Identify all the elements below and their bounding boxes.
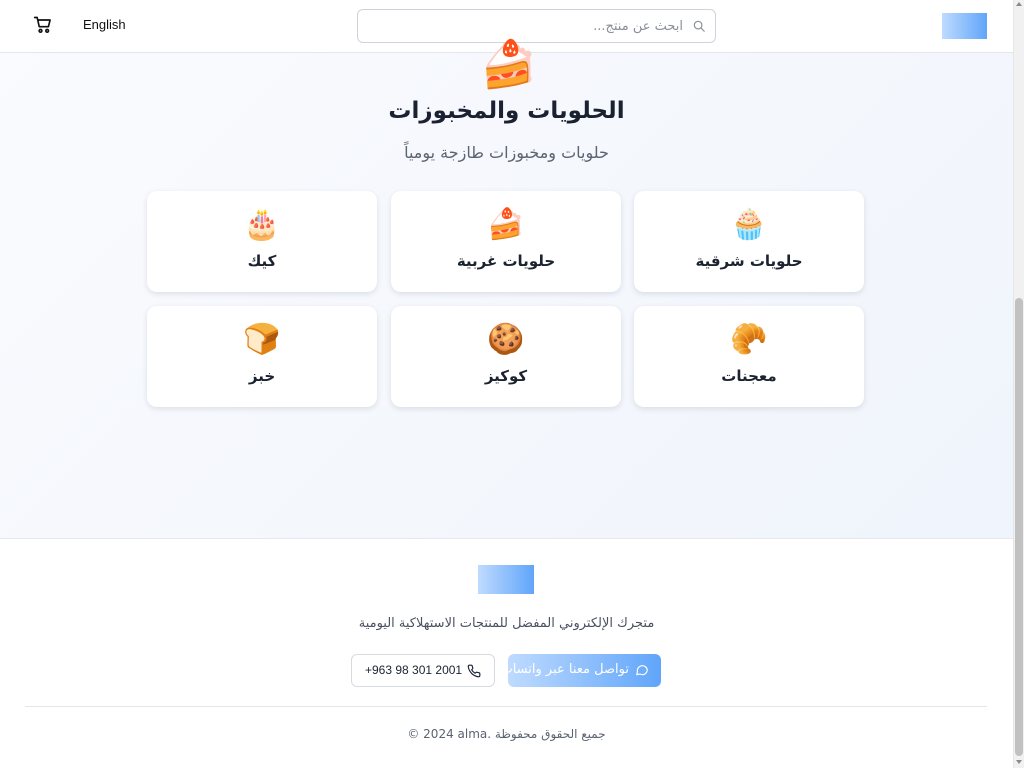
cake-slice-icon: 🍰 <box>487 207 525 242</box>
whatsapp-contact-button[interactable]: تواصل معنا عبر واتساب <box>500 654 661 687</box>
bread-icon: 🍞 <box>243 322 281 357</box>
scroll-down-arrow-icon[interactable] <box>1016 760 1022 764</box>
cake-slice-icon: 🍰 <box>480 37 538 91</box>
croissant-icon: 🥐 <box>730 322 768 357</box>
search-icon[interactable] <box>692 19 706 33</box>
category-card-bread[interactable]: 🍞 خبز <box>147 306 377 407</box>
language-switch[interactable]: English <box>83 17 126 32</box>
chat-bubble-icon <box>636 665 648 676</box>
birthday-cake-icon: 🎂 <box>243 207 281 242</box>
phone-contact-button[interactable]: +963 98 301 2001 <box>351 654 495 687</box>
page-title: الحلويات والمخبوزات <box>388 98 625 124</box>
scrollbar-thumb[interactable] <box>1015 298 1023 756</box>
category-label: حلويات غربية <box>456 252 556 270</box>
phone-number: +963 98 301 2001 <box>365 663 463 677</box>
footer-tagline: متجرك الإلكتروني المفضل للمنتجات الاستهل… <box>358 616 655 631</box>
cupcake-icon: 🧁 <box>730 207 768 242</box>
page-subtitle: حلويات ومخبوزات طازجة يومياً <box>404 143 609 162</box>
category-card-oriental-sweets[interactable]: 🧁 حلويات شرقية <box>634 191 864 292</box>
whatsapp-label: تواصل معنا عبر واتساب <box>500 662 629 677</box>
category-card-western-sweets[interactable]: 🍰 حلويات غربية <box>391 191 621 292</box>
category-card-pastries[interactable]: 🥐 معجنات <box>634 306 864 407</box>
cart-icon[interactable] <box>33 15 53 35</box>
page-scrollbar[interactable] <box>1013 0 1024 768</box>
category-label: كيك <box>247 252 277 270</box>
footer-divider <box>25 706 987 707</box>
cookie-icon: 🍪 <box>487 322 525 357</box>
category-label: معجنات <box>721 367 777 385</box>
search-input[interactable] <box>383 17 683 35</box>
store-logo[interactable] <box>942 13 987 39</box>
phone-icon <box>467 664 481 678</box>
page: English 🍰 الحلويات والمخبوزات حلويات ومخ… <box>0 0 1013 768</box>
category-card-cake[interactable]: 🎂 كيك <box>147 191 377 292</box>
category-label: حلويات شرقية <box>695 252 803 270</box>
category-label: خبز <box>248 367 276 385</box>
category-label: كوكيز <box>484 367 528 385</box>
category-card-cookies[interactable]: 🍪 كوكيز <box>391 306 621 407</box>
copyright-text: © 2024 alma. جميع الحقوق محفوظة <box>407 727 606 741</box>
footer-logo[interactable] <box>478 565 534 594</box>
site-footer: متجرك الإلكتروني المفضل للمنتجات الاستهل… <box>0 538 1013 768</box>
scroll-up-arrow-icon[interactable] <box>1016 2 1022 6</box>
